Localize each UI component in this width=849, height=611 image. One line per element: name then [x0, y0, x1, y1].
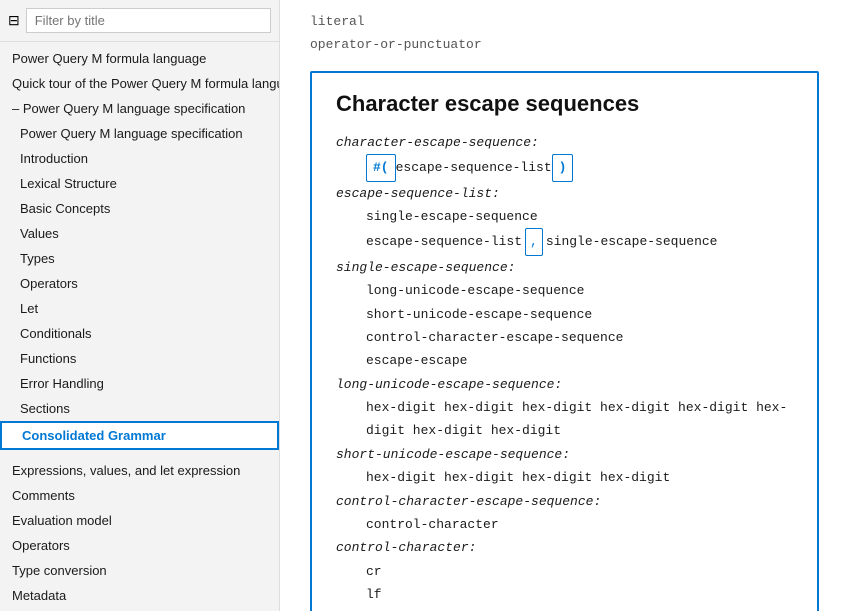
grammar-line: tab: [336, 607, 793, 611]
grammar-line: control-character-escape-sequence: [336, 326, 793, 349]
nav-item-lexical-structure[interactable]: Lexical Structure: [0, 171, 279, 196]
nav-item-operators2[interactable]: Operators: [0, 533, 279, 558]
nav-item-type-conversion[interactable]: Type conversion: [0, 558, 279, 583]
nav-item-sections[interactable]: Sections: [0, 396, 279, 421]
nav-item-types[interactable]: Types: [0, 246, 279, 271]
character-escape-section: Character escape sequences character-esc…: [310, 71, 819, 611]
filter-icon: ⊟: [8, 12, 20, 29]
nav-item-evaluation-model[interactable]: Evaluation model: [0, 508, 279, 533]
grammar-line: single-escape-sequence: [336, 205, 793, 228]
grammar-line: single-escape-sequence:: [336, 256, 793, 279]
nav-item-introduction[interactable]: Introduction: [0, 146, 279, 171]
grammar-line: control-character:: [336, 536, 793, 559]
grammar-line: escape-sequence-list,single-escape-seque…: [336, 228, 793, 255]
nav-item-quick-tour[interactable]: Quick tour of the Power Query M formula …: [0, 71, 279, 96]
nav-item-expressions-values[interactable]: Expressions, values, and let expression: [0, 458, 279, 483]
main-content: literal operator-or-punctuator Character…: [280, 0, 849, 611]
filter-bar: ⊟: [0, 0, 279, 42]
grammar-line: short-unicode-escape-sequence:: [336, 443, 793, 466]
above-lines: literal operator-or-punctuator: [310, 10, 819, 57]
nav-item-consolidated-grammar[interactable]: Consolidated Grammar: [0, 421, 279, 450]
sidebar: ⊟ Power Query M formula languageQuick to…: [0, 0, 280, 611]
nav-item-conditionals[interactable]: Conditionals: [0, 321, 279, 346]
nav-item-basic-concepts[interactable]: Basic Concepts: [0, 196, 279, 221]
grammar-line: short-unicode-escape-sequence: [336, 303, 793, 326]
nav-item-pqm-formula[interactable]: Power Query M formula language: [0, 46, 279, 71]
nav-item-comments[interactable]: Comments: [0, 483, 279, 508]
nav-item-error-handling[interactable]: Error Handling: [0, 371, 279, 396]
nav-item-functions[interactable]: Functions: [0, 346, 279, 371]
grammar-line: escape-sequence-list:: [336, 182, 793, 205]
nav-list: Power Query M formula languageQuick tour…: [0, 42, 279, 611]
grammar-content: character-escape-sequence:#( escape-sequ…: [336, 131, 793, 611]
above-line-2: operator-or-punctuator: [310, 33, 819, 56]
grammar-line: hex-digit hex-digit hex-digit hex-digit: [336, 466, 793, 489]
grammar-line: control-character-escape-sequence:: [336, 490, 793, 513]
grammar-line: hex-digit hex-digit hex-digit hex-digit …: [336, 396, 793, 443]
grammar-line: #( escape-sequence-list ): [336, 154, 793, 181]
grammar-line: long-unicode-escape-sequence:: [336, 373, 793, 396]
grammar-line: lf: [336, 583, 793, 606]
nav-item-let[interactable]: Let: [0, 296, 279, 321]
nav-item-pql-spec-header[interactable]: – Power Query M language specification: [0, 96, 279, 121]
nav-item-values[interactable]: Values: [0, 221, 279, 246]
grammar-line: control-character: [336, 513, 793, 536]
filter-input[interactable]: [26, 8, 271, 33]
grammar-line: cr: [336, 560, 793, 583]
grammar-line: long-unicode-escape-sequence: [336, 279, 793, 302]
section-title: Character escape sequences: [336, 91, 793, 117]
grammar-line: escape-escape: [336, 349, 793, 372]
nav-item-metadata[interactable]: Metadata: [0, 583, 279, 608]
nav-item-operators[interactable]: Operators: [0, 271, 279, 296]
above-line-1: literal: [310, 10, 819, 33]
nav-item-pqm-lang-spec[interactable]: Power Query M language specification: [0, 121, 279, 146]
grammar-line: character-escape-sequence:: [336, 131, 793, 154]
